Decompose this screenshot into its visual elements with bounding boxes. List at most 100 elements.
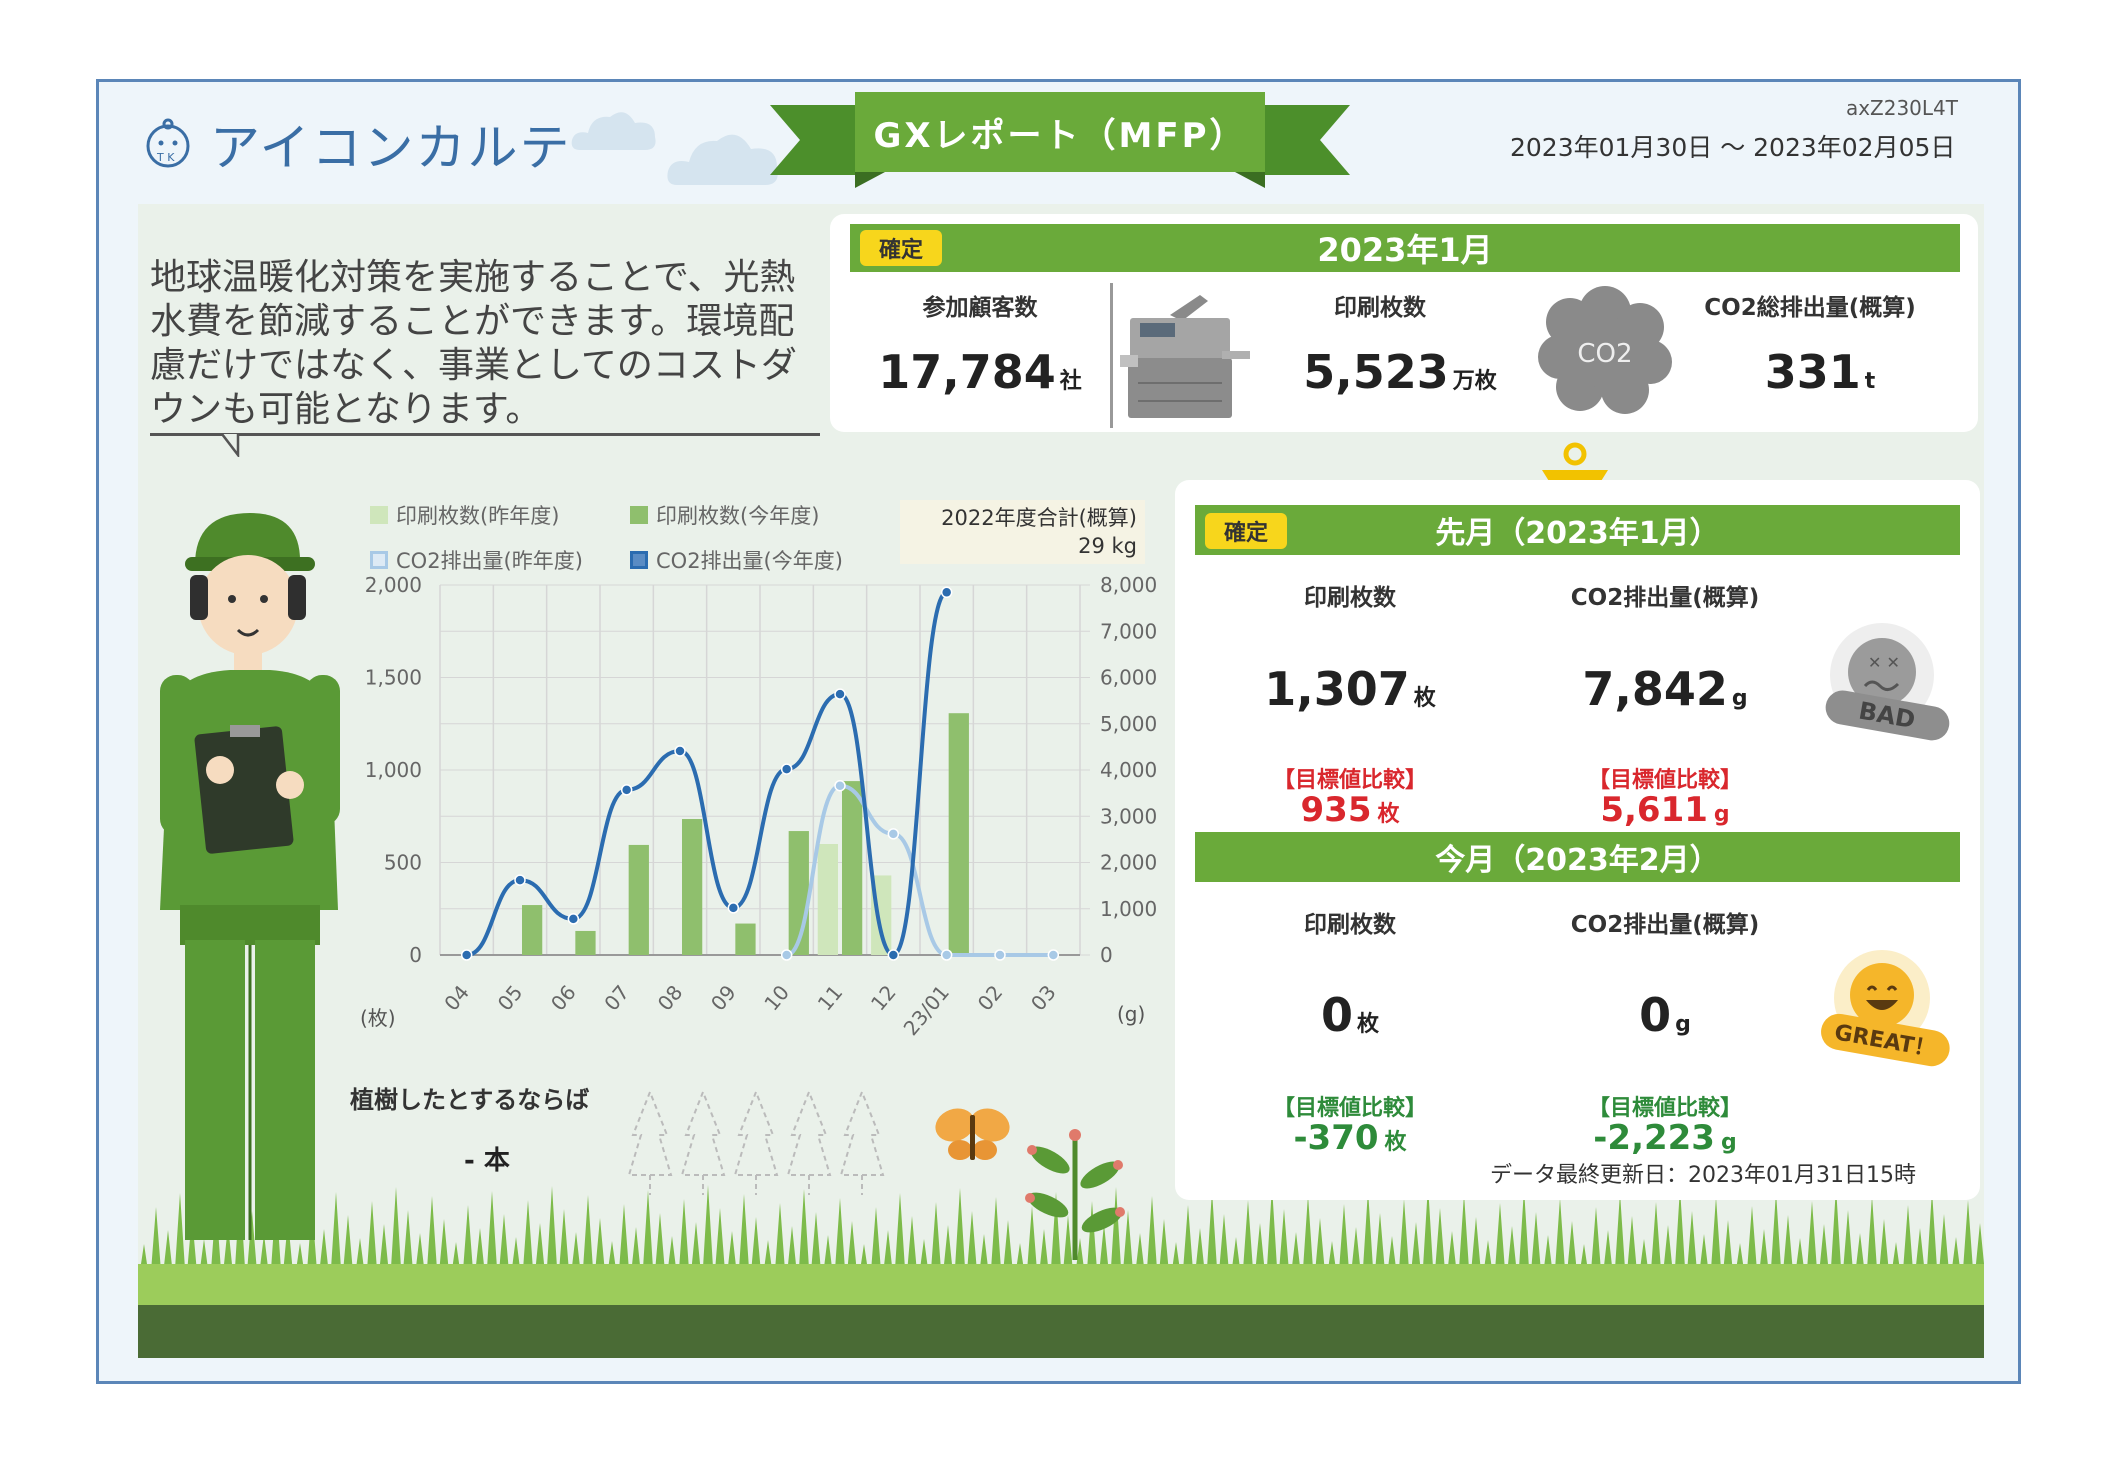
x-tick-label: 04	[439, 980, 474, 1015]
sprout-icon	[1025, 1129, 1125, 1260]
x-tick-label: 06	[546, 980, 581, 1015]
confirmed-tag: 確定	[860, 230, 942, 266]
summary-title: 2023年1月	[1317, 231, 1493, 269]
legend-swatch	[630, 506, 648, 524]
line-point	[780, 949, 793, 961]
x-tick-label: 23/01	[899, 980, 954, 1040]
svg-text:✕ ✕: ✕ ✕	[1868, 653, 1900, 672]
line-point	[940, 586, 953, 599]
bar	[817, 844, 838, 955]
left-tick-label: 2,000	[365, 573, 422, 597]
bar	[735, 923, 756, 955]
last-co2-value: 7,842 g	[1582, 662, 1748, 716]
x-tick-label: 10	[759, 980, 794, 1015]
tree-question: 植樹したとするならば	[350, 1086, 590, 1114]
x-tick-label: 07	[599, 980, 634, 1015]
this-prints-cmp-value: -370 枚	[1293, 1118, 1407, 1158]
legend-swatch	[630, 551, 648, 569]
cloud-icon	[571, 112, 656, 150]
intro-line: ウンも可能となります。	[150, 389, 542, 430]
last-co2-label: CO2排出量(概算)	[1570, 585, 1760, 611]
last-month-title: 先月（2023年1月）	[1435, 516, 1720, 551]
line-point	[834, 688, 846, 700]
bar	[628, 844, 649, 955]
chart-svg: 0 1,000 2,000 3,000 4,000 5,000 6,000 7,000 8,00…	[365, 573, 1158, 1040]
svg-text:T K: T K	[156, 151, 175, 164]
ground-strip	[138, 1305, 1984, 1358]
co2-cloud-icon: CO2	[1538, 286, 1672, 414]
right-tick-label: 1,000	[1100, 897, 1157, 921]
bar	[682, 819, 703, 955]
last-updated: データ最終更新日：2023年01月31日15時	[1490, 1163, 1916, 1188]
this-co2-cmp-value: -2,223 g	[1593, 1118, 1737, 1158]
confirmed-tag: 確定	[1205, 513, 1287, 549]
bad-badge: ✕ ✕ BAD	[1825, 623, 1950, 741]
line-point	[460, 949, 473, 961]
last-month-header: 先月（2023年1月）	[1195, 505, 1960, 555]
worker-illustration	[160, 513, 340, 1240]
customers-label: 参加顧客数	[922, 295, 1038, 321]
x-tick-label: 03	[1026, 980, 1061, 1015]
logo-text: アイコンカルテ	[210, 119, 572, 177]
prints-label: 印刷枚数	[1334, 295, 1426, 321]
line-point	[994, 949, 1006, 961]
co2-cloud-label: CO2	[1577, 339, 1632, 369]
this-prints-label: 印刷枚数	[1304, 912, 1396, 938]
left-tick-label: 1,000	[365, 758, 422, 782]
copier-icon	[1120, 295, 1250, 418]
intro-text: 地球温暖化対策を実施することで、光熱 水費を節減することができます。環境配 慮だ…	[150, 256, 820, 432]
right-tick-label: 5,000	[1100, 712, 1157, 736]
this-co2-value: 0g	[1639, 988, 1691, 1042]
legend-swatch	[370, 506, 388, 524]
x-tick-label: 12	[866, 980, 901, 1015]
last-co2-cmp-value: 5,611 g	[1600, 790, 1730, 830]
line-point	[887, 828, 900, 840]
great-badge: GREAT！	[1821, 950, 1950, 1067]
line-point	[514, 874, 526, 886]
this-month-header: 今月（2023年2月）	[1195, 832, 1960, 882]
summary-header: 2023年1月	[850, 224, 1960, 272]
baby-face-icon: T K	[146, 118, 190, 168]
bar	[522, 905, 543, 955]
bar	[575, 930, 596, 955]
line-point	[567, 913, 580, 925]
right-tick-label: 7,000	[1100, 619, 1157, 643]
intro-line: 慮だけではなく、事業としてのコストダ	[150, 345, 797, 386]
x-tick-label: 02	[973, 980, 1008, 1015]
left-tick-label: 500	[384, 851, 422, 875]
intro-line: 地球温暖化対策を実施することで、光熱	[150, 257, 796, 298]
this-co2-label: CO2排出量(概算)	[1570, 912, 1760, 938]
right-tick-label: 3,000	[1100, 804, 1157, 828]
left-tick-label: 1,500	[365, 666, 422, 690]
x-tick-label: 05	[493, 980, 528, 1015]
last-prints-cmp-value: 935 枚	[1300, 790, 1400, 830]
right-tick-label: 4,000	[1100, 758, 1157, 782]
line-point	[620, 784, 633, 796]
line-point	[834, 779, 846, 792]
legend-prints-prev: 印刷枚数(昨年度)	[370, 500, 559, 530]
last-prints-value: 1,307 枚	[1264, 662, 1436, 716]
prints-value: 5,523 万枚	[1303, 345, 1497, 399]
this-prints-value: 0枚	[1320, 988, 1380, 1042]
right-tick-label: 8,000	[1100, 573, 1157, 597]
bar	[842, 781, 863, 955]
co2-total-value: 331 t	[1764, 345, 1876, 399]
right-tick-label: 0	[1100, 943, 1113, 967]
logo: T K アイコンカルテ	[140, 108, 572, 180]
right-axis-unit: (g)	[1117, 1002, 1146, 1026]
x-tick-label: 11	[813, 980, 848, 1015]
document-id: axZ230L4T	[1845, 96, 1958, 120]
co2-total-label: CO2総排出量(概算)	[1704, 295, 1916, 321]
report-title: GXレポート（MFP）	[873, 115, 1247, 156]
line-point	[887, 949, 900, 961]
intro-line: 水費を節減することができます。環境配	[150, 301, 795, 342]
line-point	[780, 763, 793, 775]
x-tick-label: 08	[653, 980, 688, 1015]
tree-outlines	[627, 1090, 885, 1195]
x-tick-label: 09	[706, 980, 741, 1015]
this-month-title: 今月（2023年2月）	[1435, 843, 1720, 878]
report-period: 2023年01月30日 〜 2023年02月05日	[1510, 133, 1956, 162]
line-point	[674, 745, 686, 757]
legend-swatch	[370, 551, 388, 569]
fiscal-total: 2022年度合計(概算) 29 kg	[900, 500, 1145, 564]
